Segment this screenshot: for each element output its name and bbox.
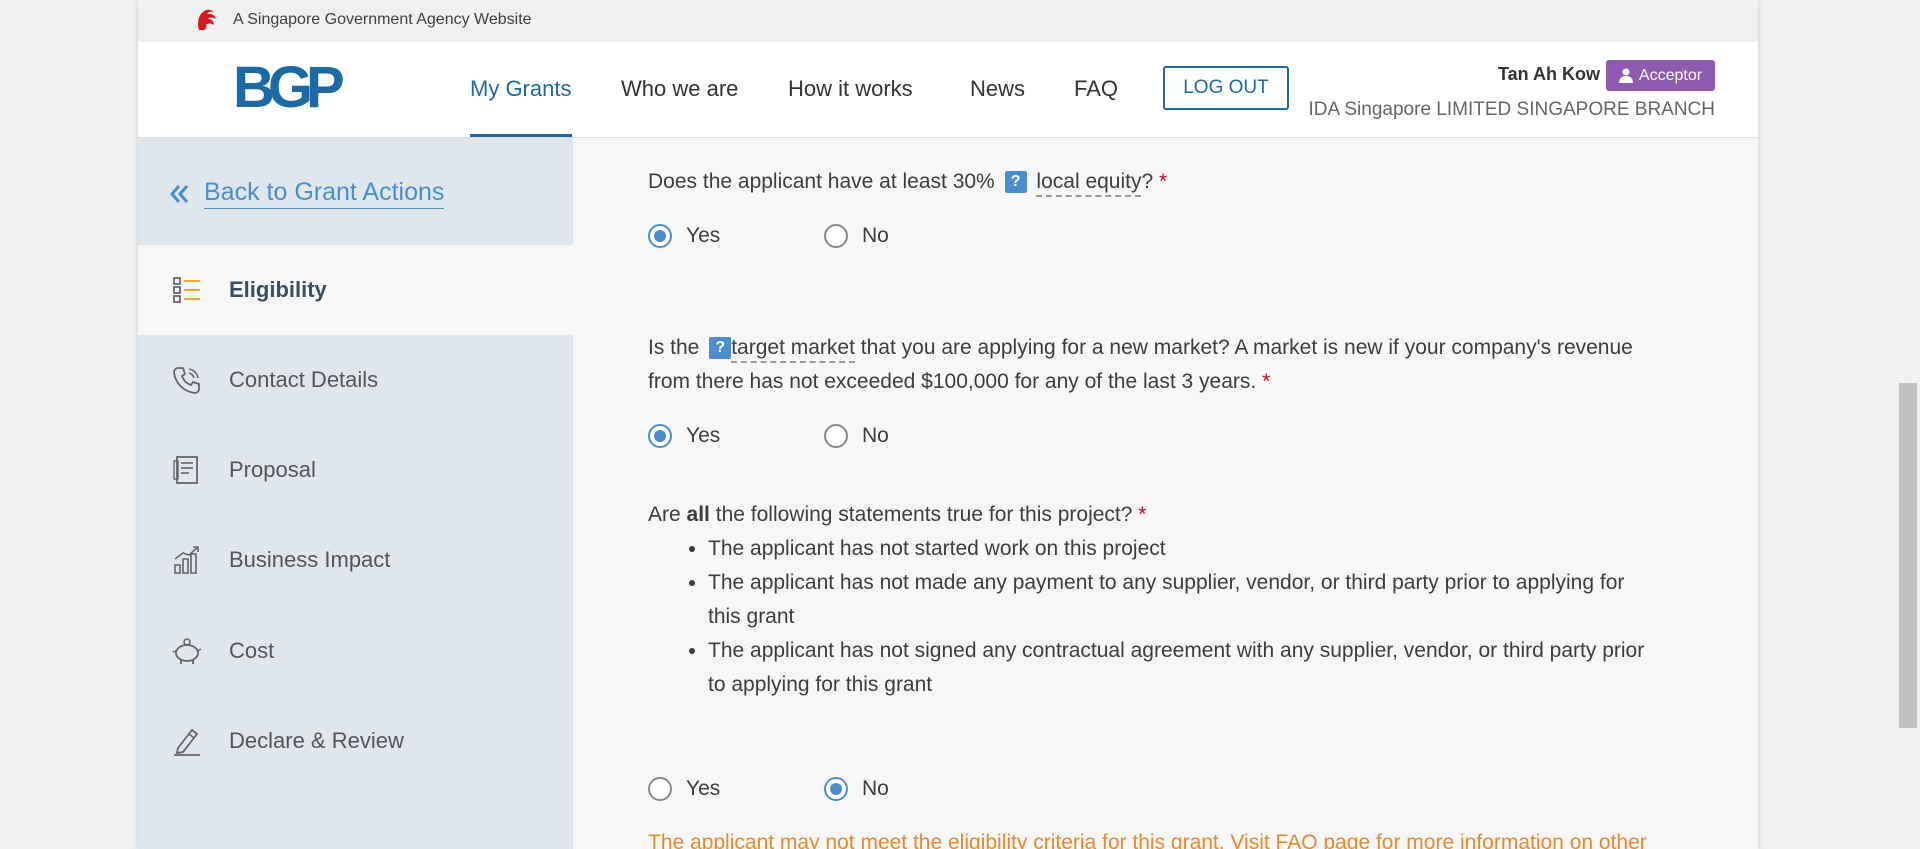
radio-option-no[interactable]: No	[824, 777, 1000, 801]
radio-group-target-market: Yes No	[648, 424, 1000, 448]
document-icon	[173, 456, 198, 484]
sidebar: Back to Grant Actions Eligibility Contac…	[138, 138, 573, 849]
nav-news[interactable]: News	[970, 76, 1025, 102]
question-text: Is the	[648, 336, 700, 359]
sidebar-item-label: Eligibility	[229, 277, 327, 302]
radio-option-yes[interactable]: Yes	[648, 224, 824, 248]
radio-label: Yes	[686, 777, 721, 800]
sidebar-item-eligibility[interactable]: Eligibility	[138, 245, 573, 335]
masthead-text: A Singapore Government Agency Website	[233, 11, 532, 28]
eligibility-form: Does the applicant have at least 30% ? l…	[573, 138, 1758, 849]
required-marker: *	[1262, 370, 1271, 393]
radio-label: Yes	[686, 424, 721, 447]
eligibility-warning: The applicant may not meet the eligibili…	[648, 831, 1647, 849]
radio-label: No	[862, 424, 889, 447]
user-icon	[1618, 68, 1633, 83]
radio-option-yes[interactable]: Yes	[648, 777, 824, 801]
target-market-term[interactable]: target market	[731, 336, 855, 363]
radio-button[interactable]	[824, 224, 848, 248]
site-header: BGP My Grants Who we are How it works Ne…	[138, 42, 1758, 138]
radio-group-statements: Yes No	[648, 777, 1000, 801]
piggy-bank-icon	[172, 638, 202, 664]
double-chevron-left-icon	[170, 184, 189, 203]
radio-label: No	[862, 224, 889, 247]
radio-option-yes[interactable]: Yes	[648, 424, 824, 448]
question-emphasis: all	[686, 503, 710, 526]
question-suffix: ?	[1141, 170, 1154, 193]
local-equity-term[interactable]: local equity	[1036, 170, 1142, 197]
nav-who-we-are[interactable]: Who we are	[621, 76, 738, 102]
question-text: Are	[648, 503, 681, 526]
question-text: Does the applicant have at least 30%	[648, 170, 995, 193]
sidebar-item-declare-review[interactable]: Declare & Review	[138, 696, 573, 786]
logout-button[interactable]: LOG OUT	[1163, 66, 1289, 110]
back-link-label: Back to Grant Actions	[204, 178, 445, 209]
scrollbar-thumb[interactable]	[1899, 383, 1917, 728]
required-marker: *	[1159, 170, 1168, 193]
pen-icon	[174, 728, 200, 756]
nav-how-it-works[interactable]: How it works	[788, 76, 913, 102]
sidebar-item-cost[interactable]: Cost	[138, 606, 573, 696]
sidebar-item-label: Declare & Review	[229, 728, 404, 753]
radio-button[interactable]	[824, 777, 848, 801]
sidebar-item-proposal[interactable]: Proposal	[138, 425, 573, 515]
list-item: The applicant has not signed any contrac…	[708, 634, 1658, 702]
radio-button[interactable]	[648, 777, 672, 801]
statement-list: The applicant has not started work on th…	[648, 532, 1658, 702]
nav-faq[interactable]: FAQ	[1074, 76, 1118, 102]
sidebar-item-business-impact[interactable]: Business Impact	[138, 515, 573, 605]
radio-button[interactable]	[648, 224, 672, 248]
help-icon[interactable]: ?	[1004, 171, 1027, 193]
radio-option-no[interactable]: No	[824, 224, 1000, 248]
sidebar-item-label: Contact Details	[229, 367, 379, 392]
radio-button[interactable]	[648, 424, 672, 448]
radio-option-no[interactable]: No	[824, 424, 1000, 448]
user-name: Tan Ah Kow	[1498, 64, 1600, 84]
app-window: A Singapore Government Agency Website BG…	[138, 0, 1758, 849]
merlion-lion-icon	[198, 9, 216, 30]
question-local-equity: Does the applicant have at least 30% ? l…	[648, 165, 1167, 199]
sidebar-item-label: Business Impact	[229, 547, 391, 572]
help-icon[interactable]: ?	[709, 337, 732, 359]
page-scrollbar[interactable]	[1896, 0, 1920, 849]
sidebar-item-label: Cost	[229, 638, 275, 663]
bgp-logo[interactable]: BGP	[233, 52, 345, 124]
phone-icon	[173, 367, 200, 394]
role-label: Acceptor	[1638, 66, 1703, 84]
radio-label: Yes	[686, 224, 721, 247]
question-suffix: the following statements true for this p…	[715, 503, 1133, 526]
question-statements: Are all the following statements true fo…	[648, 498, 1146, 532]
sidebar-item-contact-details[interactable]: Contact Details	[138, 335, 573, 425]
role-badge: Acceptor	[1606, 60, 1715, 91]
sidebar-item-label: Proposal	[229, 457, 316, 482]
question-target-market: Is the ? target market that you are apply…	[648, 331, 1648, 399]
radio-label: No	[862, 777, 889, 800]
required-marker: *	[1138, 503, 1147, 526]
gov-masthead: A Singapore Government Agency Website	[138, 0, 1758, 42]
nav-active-indicator	[470, 134, 572, 137]
radio-group-local-equity: Yes No	[648, 224, 1000, 248]
bar-chart-icon	[174, 546, 199, 574]
back-to-grant-actions-link[interactable]: Back to Grant Actions	[168, 178, 445, 209]
list-item: The applicant has not started work on th…	[708, 532, 1658, 566]
list-item: The applicant has not made any payment t…	[708, 566, 1658, 634]
radio-button[interactable]	[824, 424, 848, 448]
nav-my-grants[interactable]: My Grants	[470, 76, 571, 102]
organisation-name: IDA Singapore LIMITED SINGAPORE BRANCH	[1308, 99, 1715, 120]
list-icon	[173, 277, 200, 303]
